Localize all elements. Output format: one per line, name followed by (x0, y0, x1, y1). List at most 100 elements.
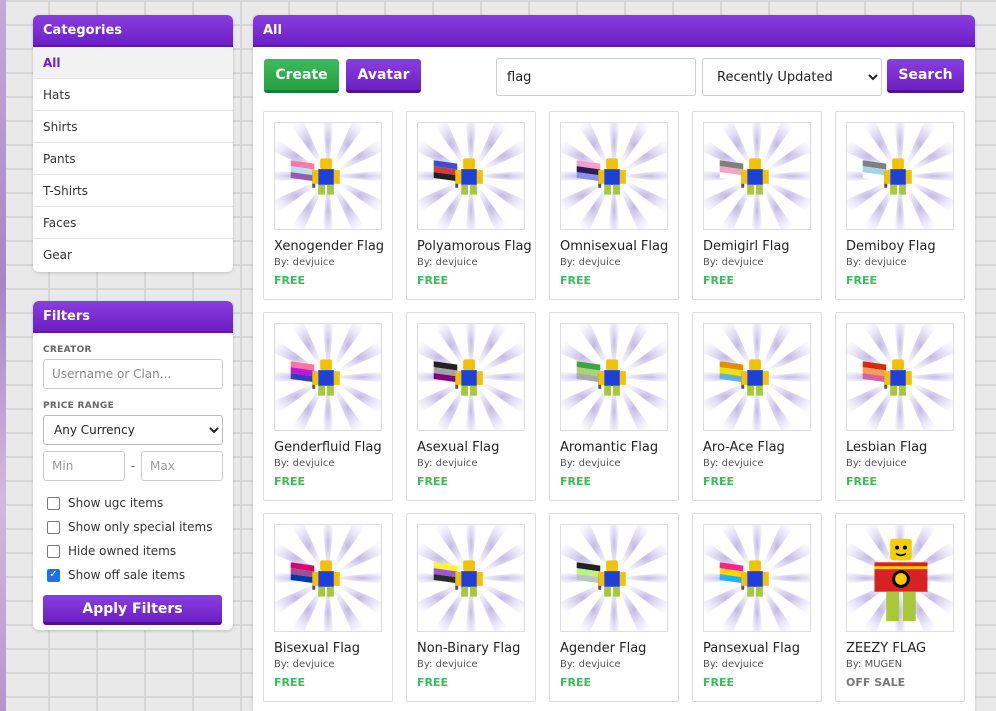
item-thumbnail[interactable] (274, 122, 382, 230)
item-creator[interactable]: By: devjuice (703, 257, 764, 268)
item-card[interactable]: Genderfluid Flag By: devjuice FREE (263, 312, 393, 501)
category-item-all[interactable]: All (33, 47, 233, 79)
item-creator[interactable]: By: devjuice (417, 257, 478, 268)
item-name[interactable]: Lesbian Flag (846, 440, 964, 455)
category-item-t-shirts[interactable]: T-Shirts (33, 175, 233, 207)
item-name[interactable]: Pansexual Flag (703, 641, 821, 656)
search-button[interactable]: Search (887, 59, 964, 93)
item-thumbnail[interactable] (274, 323, 382, 431)
item-creator[interactable]: By: devjuice (703, 659, 764, 670)
item-name[interactable]: Demiboy Flag (846, 239, 964, 254)
item-creator[interactable]: By: devjuice (417, 458, 478, 469)
item-card[interactable]: Pansexual Flag By: devjuice FREE (692, 513, 822, 702)
item-creator[interactable]: By: devjuice (846, 458, 907, 469)
item-name[interactable]: Agender Flag (560, 641, 678, 656)
item-name[interactable]: Demigirl Flag (703, 239, 821, 254)
item-name[interactable]: Genderfluid Flag (274, 440, 392, 455)
item-name[interactable]: Aro-Ace Flag (703, 440, 821, 455)
search-input[interactable] (496, 58, 696, 96)
checkbox-unchecked[interactable] (47, 520, 60, 534)
item-thumbnail[interactable] (417, 524, 525, 632)
item-creator[interactable]: By: devjuice (274, 257, 335, 268)
item-name[interactable]: Polyamorous Flag (417, 239, 535, 254)
item-creator[interactable]: By: devjuice (274, 458, 335, 469)
item-name[interactable]: Xenogender Flag (274, 239, 392, 254)
item-card[interactable]: ZEEZY FLAG By: MUGEN OFF SALE (835, 513, 965, 702)
item-price: FREE (560, 475, 592, 488)
item-price: FREE (274, 475, 306, 488)
sort-select[interactable]: Recently Updated (702, 58, 882, 96)
item-card[interactable]: Omnisexual Flag By: devjuice FREE (549, 111, 679, 300)
item-price: FREE (274, 676, 306, 689)
category-item-faces[interactable]: Faces (33, 207, 233, 239)
item-creator[interactable]: By: devjuice (417, 659, 478, 670)
item-card[interactable]: Demiboy Flag By: devjuice FREE (835, 111, 965, 300)
item-creator[interactable]: By: devjuice (274, 659, 335, 670)
item-thumbnail[interactable] (560, 122, 668, 230)
filter-checkbox-row[interactable]: ✓ Show off sale items (43, 563, 223, 587)
create-button[interactable]: Create (264, 59, 339, 93)
item-card[interactable]: Xenogender Flag By: devjuice FREE (263, 111, 393, 300)
item-thumbnail[interactable] (846, 122, 954, 230)
checkbox-checked[interactable]: ✓ (47, 568, 60, 582)
item-thumbnail[interactable] (417, 323, 525, 431)
background-edge-strip (0, 0, 6, 711)
item-card[interactable]: Polyamorous Flag By: devjuice FREE (406, 111, 536, 300)
checkbox-label: Hide owned items (68, 544, 177, 558)
item-thumbnail[interactable] (846, 323, 954, 431)
item-name[interactable]: Non-Binary Flag (417, 641, 535, 656)
item-creator[interactable]: By: devjuice (560, 458, 621, 469)
item-name[interactable]: Asexual Flag (417, 440, 535, 455)
filters-panel: Filters CREATOR PRICE RANGE Any Currency… (33, 301, 233, 630)
checkbox-unchecked[interactable] (47, 544, 60, 558)
item-card[interactable]: Lesbian Flag By: devjuice FREE (835, 312, 965, 501)
filter-checkbox-row[interactable]: Show only special items (43, 515, 223, 539)
category-item-hats[interactable]: Hats (33, 79, 233, 111)
item-name[interactable]: ZEEZY FLAG (846, 641, 964, 656)
item-creator[interactable]: By: devjuice (846, 257, 907, 268)
item-card[interactable]: Agender Flag By: devjuice FREE (549, 513, 679, 702)
item-price: FREE (417, 475, 449, 488)
item-thumbnail[interactable] (703, 524, 811, 632)
item-creator[interactable]: By: devjuice (560, 257, 621, 268)
item-thumbnail[interactable] (703, 122, 811, 230)
item-card[interactable]: Aromantic Flag By: devjuice FREE (549, 312, 679, 501)
filters-body: CREATOR PRICE RANGE Any Currency - Show … (33, 333, 233, 630)
item-thumbnail[interactable] (560, 323, 668, 431)
item-thumbnail[interactable] (417, 122, 525, 230)
item-price: FREE (846, 274, 878, 287)
category-item-pants[interactable]: Pants (33, 143, 233, 175)
filter-checkbox-row[interactable]: Show ugc items (43, 491, 223, 515)
item-card[interactable]: Bisexual Flag By: devjuice FREE (263, 513, 393, 702)
currency-select[interactable]: Any Currency (43, 415, 223, 445)
item-thumbnail[interactable] (560, 524, 668, 632)
item-thumbnail[interactable] (274, 524, 382, 632)
category-item-shirts[interactable]: Shirts (33, 111, 233, 143)
item-price: FREE (703, 274, 735, 287)
avatar-button[interactable]: Avatar (346, 59, 421, 93)
item-card[interactable]: Demigirl Flag By: devjuice FREE (692, 111, 822, 300)
item-price: OFF SALE (846, 676, 906, 689)
item-creator[interactable]: By: MUGEN (846, 659, 902, 670)
item-creator[interactable]: By: devjuice (560, 659, 621, 670)
item-name[interactable]: Aromantic Flag (560, 440, 678, 455)
item-card[interactable]: Asexual Flag By: devjuice FREE (406, 312, 536, 501)
max-price-input[interactable] (141, 451, 223, 481)
item-thumbnail[interactable] (703, 323, 811, 431)
item-card[interactable]: Aro-Ace Flag By: devjuice FREE (692, 312, 822, 501)
item-thumbnail[interactable] (846, 524, 954, 632)
creator-input[interactable] (43, 359, 223, 389)
item-name[interactable]: Bisexual Flag (274, 641, 392, 656)
item-card[interactable]: Non-Binary Flag By: devjuice FREE (406, 513, 536, 702)
checkbox-unchecked[interactable] (47, 496, 60, 510)
apply-filters-button[interactable]: Apply Filters (43, 595, 222, 625)
filter-checkboxes: Show ugc items Show only special items Hid… (43, 491, 223, 587)
price-range-row: - (43, 451, 223, 481)
checkbox-label: Show ugc items (68, 496, 164, 510)
filter-checkbox-row[interactable]: Hide owned items (43, 539, 223, 563)
item-creator[interactable]: By: devjuice (703, 458, 764, 469)
item-name[interactable]: Omnisexual Flag (560, 239, 678, 254)
category-item-gear[interactable]: Gear (33, 239, 233, 271)
item-price: FREE (274, 274, 306, 287)
min-price-input[interactable] (43, 451, 125, 481)
